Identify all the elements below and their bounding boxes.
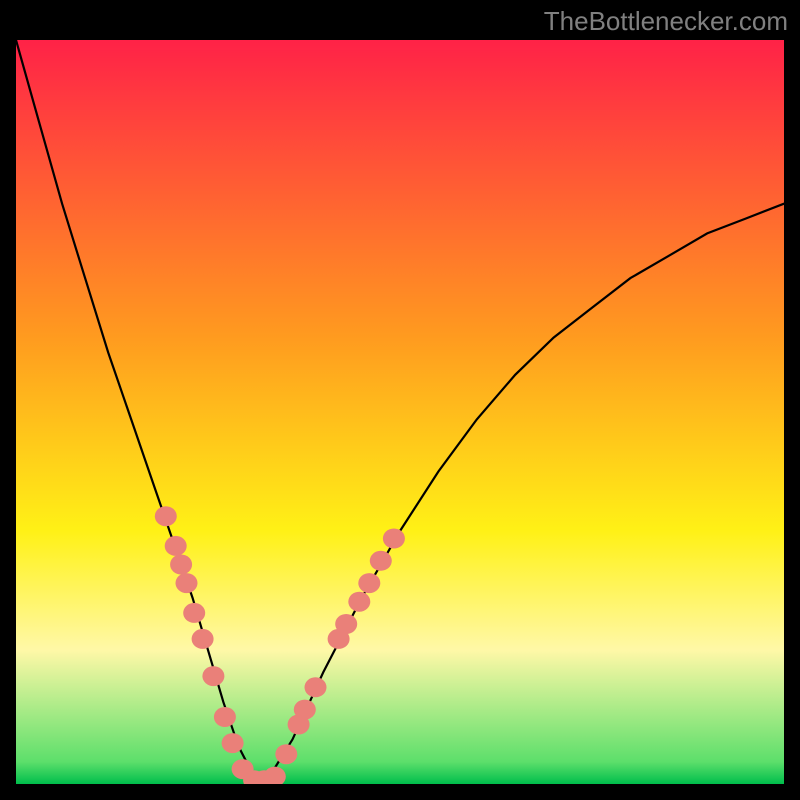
data-marker [202, 666, 224, 686]
data-marker [170, 555, 192, 575]
data-marker [335, 614, 357, 634]
gradient-background [16, 40, 784, 784]
data-marker [275, 744, 297, 764]
data-marker [176, 573, 198, 593]
data-marker [305, 677, 327, 697]
data-marker [183, 603, 205, 623]
bottleneck-chart [16, 40, 784, 784]
chart-frame [16, 40, 784, 784]
data-marker [294, 700, 316, 720]
data-marker [155, 506, 177, 526]
data-marker [165, 536, 187, 556]
data-marker [214, 707, 236, 727]
data-marker [383, 529, 405, 549]
data-marker [348, 592, 370, 612]
data-marker [370, 551, 392, 571]
data-marker [192, 629, 214, 649]
data-marker [222, 733, 244, 753]
attribution-text: TheBottlenecker.com [544, 6, 788, 37]
data-marker [358, 573, 380, 593]
